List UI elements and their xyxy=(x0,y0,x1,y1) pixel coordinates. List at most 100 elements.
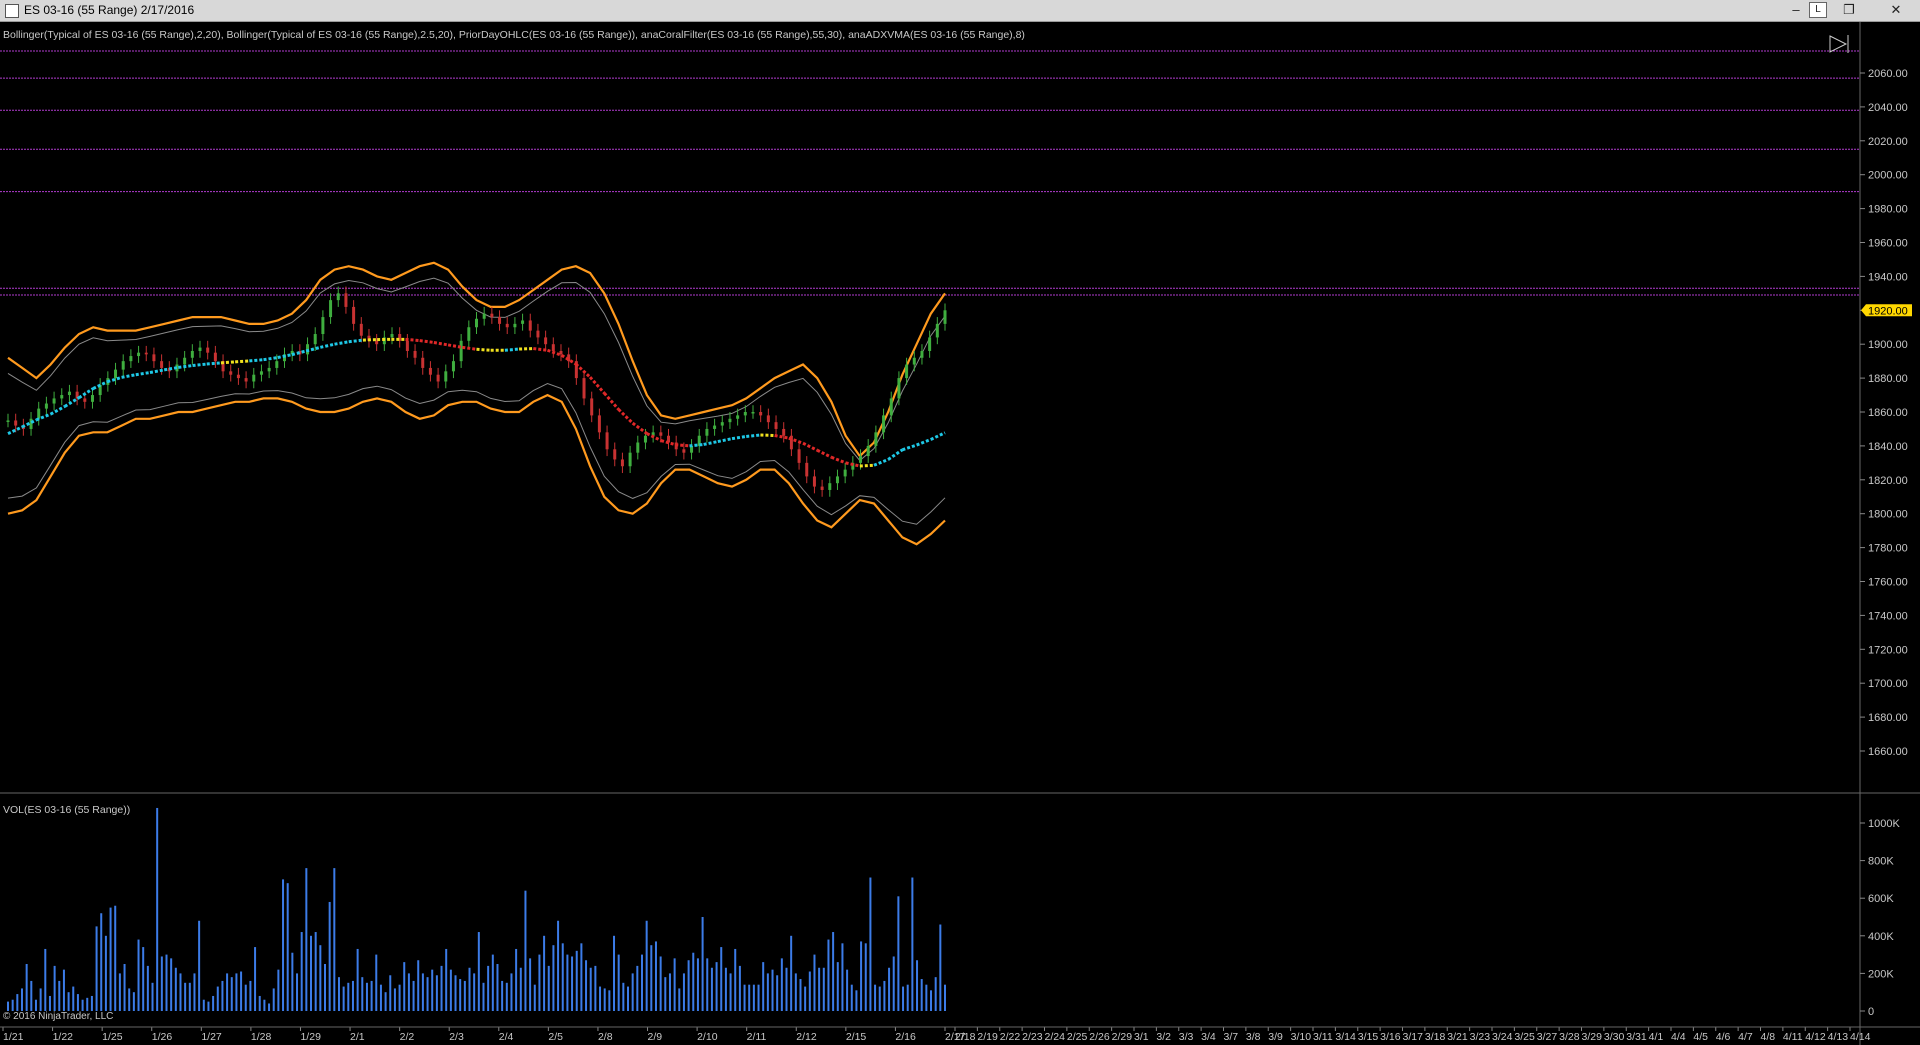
coral-segment xyxy=(845,461,861,468)
bollinger-outer-upper xyxy=(7,261,946,458)
date-tick-label: 2/26 xyxy=(1089,1031,1110,1043)
coral-segment xyxy=(802,441,818,452)
candle-body xyxy=(83,398,87,402)
volume-bar xyxy=(449,969,452,1011)
volume-bar xyxy=(627,986,630,1011)
volume-bar xyxy=(95,926,98,1011)
volume-bar xyxy=(310,935,313,1011)
price-tick-label: 1860.00 xyxy=(1868,407,1908,419)
candle-body xyxy=(866,445,870,457)
coral-segment xyxy=(249,358,264,363)
volume-bar xyxy=(617,954,620,1011)
volume-bar xyxy=(296,973,299,1011)
volume-bar xyxy=(780,958,783,1011)
date-tick-label: 3/27 xyxy=(1537,1031,1558,1043)
volume-bars xyxy=(7,807,946,1011)
coral-segment xyxy=(7,425,23,435)
volume-bar xyxy=(25,964,28,1011)
volume-bar xyxy=(505,982,508,1011)
volume-bar xyxy=(146,965,149,1011)
candle-body xyxy=(183,357,187,365)
candle-body xyxy=(736,415,740,419)
candle-body xyxy=(60,395,64,399)
candle-body xyxy=(643,435,647,443)
volume-bar xyxy=(720,947,723,1011)
restore-button[interactable]: ❐ xyxy=(1834,0,1864,20)
volume-bar xyxy=(696,958,699,1011)
close-button[interactable]: ✕ xyxy=(1876,0,1916,20)
date-tick-label: 4/13 xyxy=(1828,1031,1849,1043)
volume-bar xyxy=(151,982,154,1011)
volume-bar xyxy=(650,945,653,1011)
coral-segment xyxy=(419,339,435,344)
coral-segment xyxy=(433,341,449,347)
candle-body xyxy=(759,412,763,416)
candle-body xyxy=(313,334,317,345)
date-tick-label: 1/27 xyxy=(201,1031,222,1043)
prior-day-ohlc-lines xyxy=(0,50,1860,296)
volume-bar xyxy=(114,905,117,1011)
candle-body xyxy=(29,418,33,429)
price-tick-label: 1980.00 xyxy=(1868,204,1908,216)
volume-bar xyxy=(44,948,47,1011)
volume-bar xyxy=(58,980,61,1011)
candle-body xyxy=(160,361,164,368)
volume-bar xyxy=(585,960,588,1011)
minimize-button[interactable]: ‒ xyxy=(1781,0,1811,20)
price-tick-label: 1800.00 xyxy=(1868,509,1908,521)
date-tick-label: 2/22 xyxy=(1000,1031,1021,1043)
volume-bar xyxy=(81,999,84,1011)
window-title-bar: ES 03-16 (55 Range) 2/17/2016 ‒ L ❐ ✕ xyxy=(0,0,1920,22)
candle-body xyxy=(859,456,863,463)
volume-bar xyxy=(100,913,103,1011)
coral-segment xyxy=(689,442,704,448)
bollinger-outer-bands xyxy=(7,261,946,546)
candle-body xyxy=(352,306,356,324)
volume-bar xyxy=(934,977,937,1011)
candle-body xyxy=(805,462,809,477)
date-tick-label: 3/24 xyxy=(1492,1031,1513,1043)
volume-bar xyxy=(384,992,387,1011)
volume-bar xyxy=(925,984,928,1011)
price-tick-label: 1960.00 xyxy=(1868,238,1908,250)
date-tick-label: 4/11 xyxy=(1783,1031,1803,1043)
volume-bar xyxy=(254,947,257,1011)
volume-bar xyxy=(631,973,634,1011)
candle-body xyxy=(920,350,924,358)
candle-body xyxy=(428,367,432,375)
coral-segment xyxy=(121,373,137,379)
candle-body xyxy=(659,432,663,436)
candle-body xyxy=(766,415,770,423)
date-tick-label: 1/22 xyxy=(53,1031,74,1043)
price-chart[interactable]: 1660.00 1680.00 1700.00 1720.00 1740.00 1760.… xyxy=(0,22,1920,1045)
date-tick-label: 3/14 xyxy=(1335,1031,1356,1043)
scroll-to-end-icon[interactable] xyxy=(1829,35,1849,53)
coral-segment xyxy=(220,360,236,365)
date-tick-label: 2/19 xyxy=(977,1031,998,1043)
volume-bar xyxy=(734,948,737,1011)
volume-bar xyxy=(892,956,895,1011)
volume-bar xyxy=(729,973,732,1011)
candle-body xyxy=(137,352,141,357)
volume-bar xyxy=(431,969,434,1011)
link-button[interactable]: L xyxy=(1809,2,1827,18)
volume-bar xyxy=(561,943,564,1011)
date-tick-label: 3/8 xyxy=(1246,1031,1261,1043)
volume-bar xyxy=(11,999,14,1011)
volume-bar xyxy=(76,994,79,1011)
volume-bar xyxy=(72,986,75,1011)
volume-bar xyxy=(599,986,602,1011)
price-tick-label: 1940.00 xyxy=(1868,271,1908,283)
volume-bar xyxy=(939,924,942,1011)
candle-body xyxy=(336,293,340,301)
candle-body xyxy=(390,334,394,338)
volume-bar xyxy=(165,954,168,1011)
volume-bar xyxy=(594,965,597,1011)
volume-bar xyxy=(323,964,326,1011)
candle-body xyxy=(190,350,194,358)
bollinger-outer-lower xyxy=(7,393,946,546)
last-price-label: 1920.00 xyxy=(1868,305,1908,317)
date-tick-label: 2/5 xyxy=(548,1031,563,1043)
volume-axis: 0 200K 400K 600K 800K 1000K xyxy=(1860,818,1900,1018)
volume-bar xyxy=(477,932,480,1011)
